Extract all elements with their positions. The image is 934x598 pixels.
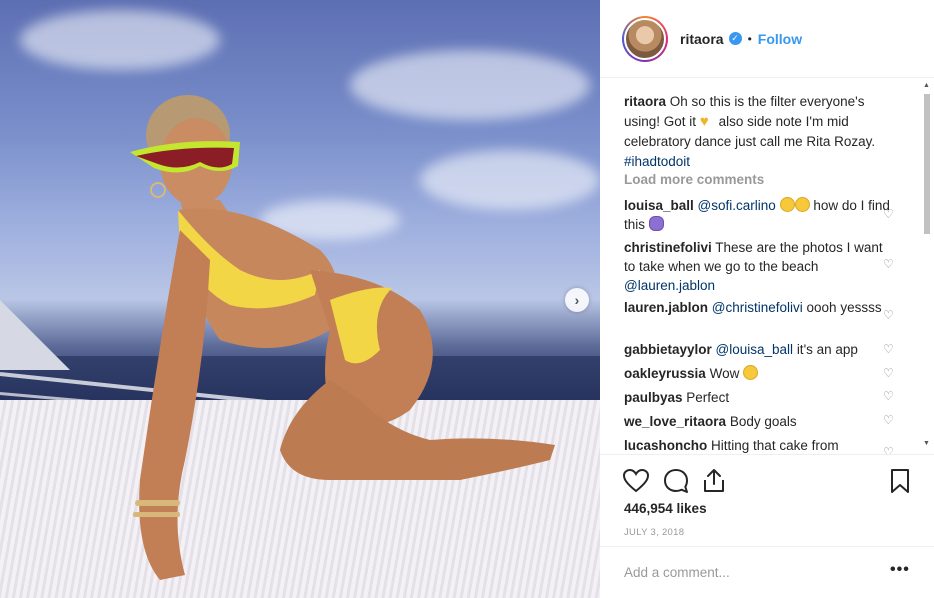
caption-username[interactable]: ritaora <box>624 94 666 109</box>
avatar[interactable] <box>622 15 668 62</box>
comment-item: oakleyrussia Wow <box>624 364 890 383</box>
comment-mention[interactable]: @christinefolivi <box>712 300 803 315</box>
like-comment-heart-icon[interactable]: ♡ <box>883 343 895 355</box>
like-comment-heart-icon[interactable]: ♡ <box>883 258 895 270</box>
post-actions: 446,954 likes JULY 3, 2018 <box>600 454 934 546</box>
comment-item: paulbyas Perfect <box>624 388 890 407</box>
verified-badge-icon: ✓ <box>728 32 742 45</box>
comment-text: oooh yessss <box>806 300 882 315</box>
comments-list[interactable]: ritaora Oh so this is the filter everyon… <box>600 78 934 454</box>
grin-emoji-icon <box>743 365 759 380</box>
comment-text: Body goals <box>729 414 797 429</box>
post-panel: ritaora ✓ • Follow ritaora Oh so this is… <box>600 0 934 598</box>
post-photo[interactable]: › <box>0 0 600 598</box>
avatar-image <box>624 17 666 60</box>
hashtag-link[interactable]: #ihadtodoit <box>624 154 690 169</box>
comment-text: Hitting that cake from <box>711 438 839 453</box>
comment-mention[interactable]: @louisa_ball <box>716 342 794 357</box>
comment-username[interactable]: christinefolivi <box>624 240 712 255</box>
comment-item: christinefolivi These are the photos I w… <box>624 238 890 295</box>
follow-button[interactable]: Follow <box>758 31 802 47</box>
like-comment-heart-icon[interactable]: ♡ <box>883 446 895 454</box>
post-date[interactable]: JULY 3, 2018 <box>624 527 684 538</box>
comment-username[interactable]: we_love_ritaora <box>624 414 726 429</box>
laughing-emoji-icon <box>779 197 795 212</box>
comment-text: Perfect <box>686 390 730 405</box>
scrollbar-thumb[interactable] <box>924 94 930 234</box>
caption: ritaora Oh so this is the filter everyon… <box>624 92 890 172</box>
like-comment-heart-icon[interactable]: ♡ <box>883 208 895 220</box>
next-arrow-icon[interactable]: › <box>565 288 589 312</box>
like-comment-heart-icon[interactable]: ♡ <box>883 414 895 426</box>
more-options-icon[interactable]: ••• <box>890 561 910 579</box>
person-figure <box>130 95 555 580</box>
comment-mention[interactable]: @sofi.carlino <box>698 198 776 213</box>
shrug-emoji-icon <box>648 216 664 231</box>
comment-username[interactable]: lucashoncho <box>624 438 707 453</box>
comment-mention[interactable]: @lauren.jablon <box>624 278 715 293</box>
separator-dot: • <box>747 31 752 46</box>
username[interactable]: ritaora <box>680 31 724 47</box>
like-comment-heart-icon[interactable]: ♡ <box>883 309 895 321</box>
comment-item: louisa_ball @sofi.carlino how do I find … <box>624 196 890 234</box>
comment-username[interactable]: gabbietayylor <box>624 342 712 357</box>
boat-bow <box>0 300 70 370</box>
comment-item: we_love_ritaora Body goals <box>624 412 890 431</box>
post-header: ritaora ✓ • Follow <box>600 0 934 78</box>
comment-item: gabbietayylor @louisa_ball it's an app <box>624 340 890 359</box>
comment-username[interactable]: louisa_ball <box>624 198 694 213</box>
add-comment-bar: ••• <box>600 546 934 598</box>
comment-item: lucashoncho Hitting that cake from <box>624 436 890 454</box>
cloud <box>20 10 220 70</box>
comment-icon[interactable] <box>662 467 690 495</box>
comment-username[interactable]: paulbyas <box>624 390 683 405</box>
comment-username[interactable]: lauren.jablon <box>624 300 708 315</box>
comments-scrollbar[interactable]: ▲ ▼ <box>922 78 932 454</box>
scroll-down-icon[interactable]: ▼ <box>923 440 930 447</box>
laughing-emoji-icon <box>794 197 810 212</box>
load-more-comments[interactable]: Load more comments <box>624 172 764 187</box>
heart-icon[interactable] <box>622 467 650 495</box>
bookmark-icon[interactable] <box>886 467 914 495</box>
scroll-up-icon[interactable]: ▲ <box>923 82 930 89</box>
like-comment-heart-icon[interactable]: ♡ <box>883 367 895 379</box>
likes-count[interactable]: 446,954 likes <box>624 501 707 516</box>
comment-text: it's an app <box>796 342 858 357</box>
yellow-heart-emoji-icon: ♥ <box>699 113 709 130</box>
comment-username[interactable]: oakleyrussia <box>624 366 706 381</box>
comment-text: Wow <box>709 366 740 381</box>
share-icon[interactable] <box>700 467 728 495</box>
add-comment-input[interactable] <box>624 565 874 580</box>
comment-item: lauren.jablon @christinefolivi oooh yess… <box>624 298 890 317</box>
like-comment-heart-icon[interactable]: ♡ <box>883 390 895 402</box>
